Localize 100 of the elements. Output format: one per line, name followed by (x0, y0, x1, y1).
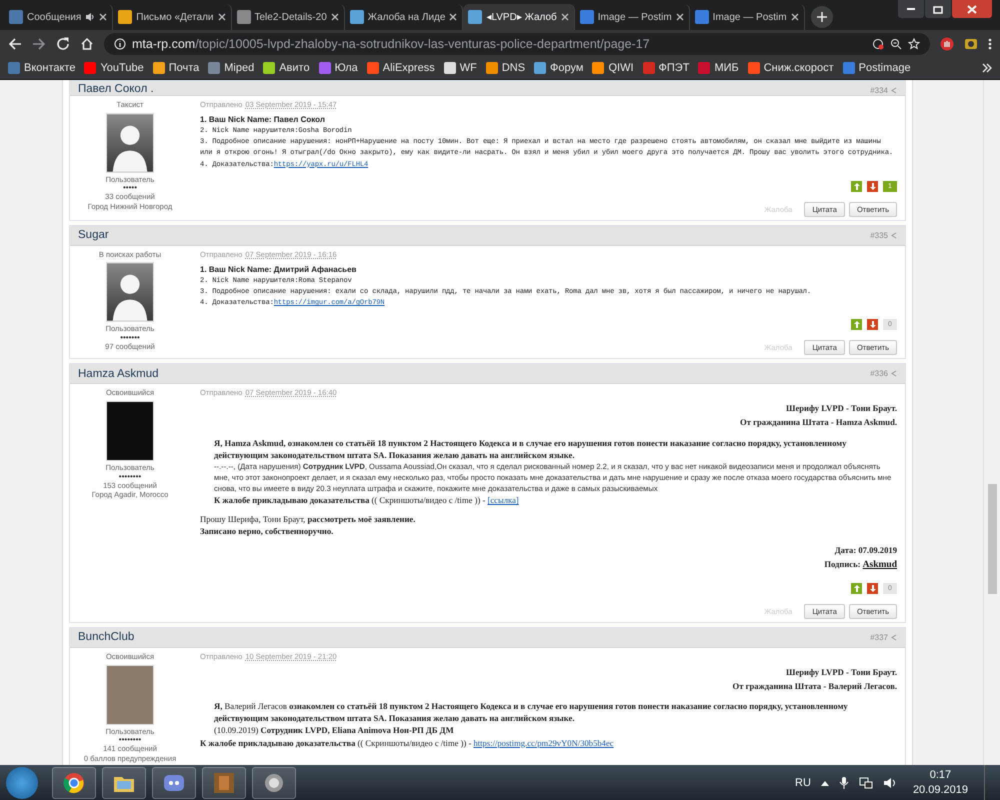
author-name[interactable]: BunchClub (78, 631, 134, 644)
vote-up-button[interactable] (851, 319, 862, 330)
default-avatar-drawing (106, 262, 154, 322)
info-icon (114, 38, 126, 50)
back-button[interactable] (8, 36, 22, 50)
bookmark-link[interactable]: ФПЭТ (642, 62, 690, 74)
rank-pips: •••••••• (118, 472, 142, 480)
close-icon[interactable] (790, 13, 799, 21)
forward-button[interactable] (32, 36, 46, 50)
vote-up-button[interactable] (851, 582, 862, 594)
maximize-button[interactable] (925, 0, 951, 18)
author-name[interactable]: Павел Сокол . (78, 83, 154, 95)
favicon-icon (236, 10, 250, 24)
bookmark-link[interactable]: DNS (486, 62, 526, 74)
bookmark-link[interactable]: AliExpress (366, 62, 435, 74)
browser-icon (63, 772, 85, 794)
favicon-icon (9, 10, 23, 24)
vote-down-button[interactable] (867, 180, 878, 192)
bookmark-link[interactable]: Вконтакте (8, 62, 76, 74)
author-name[interactable]: Hamza Askmud (78, 368, 159, 380)
rank-pips: ••••••• (120, 334, 140, 342)
bookmark-link[interactable]: WF (444, 62, 477, 74)
clock[interactable]: 0:17 20.09.2019 (906, 767, 974, 798)
reload-button[interactable] (56, 36, 70, 50)
post-text: Шерифу LVPD - Тони Браут. (785, 402, 897, 416)
taskbar-chat-app-button[interactable] (152, 766, 196, 798)
up-arrow-icon[interactable] (820, 780, 829, 786)
post-text: Я, Валерий Легасов ознакомлен со статьёй 18 пунктом 2 Настоящего Кодекса и в случае его нарушения готов понести наказание согласно порядку, установленному действующим законодательством штата SA. Показания желаю давать на английском языке. (213, 700, 849, 724)
post-text: К жалобе прикладываю доказательства (( Скриншоты/видео с /time )) - [ссылка] (213, 494, 520, 506)
bookmark-link[interactable]: Авито (263, 62, 310, 74)
arrow-up-icon (854, 584, 860, 592)
maximize-icon (932, 4, 944, 14)
taskbar-game-button[interactable] (202, 766, 246, 798)
more-bookmarks-icon[interactable] (982, 63, 992, 73)
bookmark-link[interactable]: QIWI (592, 62, 634, 74)
close-button[interactable] (952, 0, 992, 18)
star-icon[interactable] (908, 38, 920, 50)
home-button[interactable] (80, 36, 94, 50)
volume-icon[interactable] (882, 776, 897, 788)
start-button[interactable] (6, 766, 38, 798)
post-text: (10.09.2019) Сотрудник LVPD, Eliana Animova Нон-РП ДБ ДМ (213, 724, 455, 736)
taskbar-browser-button[interactable] (52, 766, 96, 798)
vote-down-button[interactable] (867, 582, 878, 594)
close-icon[interactable] (560, 13, 569, 21)
bookmark-link[interactable]: YouTube (84, 62, 144, 74)
bookmark-link[interactable]: Miped (208, 62, 254, 74)
taskbar-speaker-app-button[interactable] (252, 766, 296, 798)
post-text: Дата: 07.09.2019 (834, 544, 897, 557)
bookmark-link[interactable]: Postimage (842, 62, 911, 74)
address-bar[interactable]: mta-rp.com/topic/10005-lvpd-zhaloby-na-sotrudnikov-las-venturas-police-department/page-17 (104, 32, 930, 54)
vote-down-button[interactable] (867, 319, 878, 330)
post-text: Подпись: Askmud (823, 558, 897, 572)
bookmark-link[interactable]: Сниж.скорост (748, 62, 834, 74)
post-text: Записано верно, собственноручно. (200, 524, 334, 537)
link[interactable]: https://postimg.cc/pm29vY0N/30b5b4ec (473, 738, 614, 748)
favicon-icon (580, 10, 594, 24)
speaker-icon (85, 12, 96, 22)
zoom-icon[interactable] (890, 38, 902, 50)
post-text: От гражданина Штата - Валерий Легасов. (732, 680, 897, 693)
link[interactable]: [ссылка] (487, 494, 519, 505)
taskbar-folder-button[interactable] (102, 766, 146, 798)
bookmark-link[interactable]: Юла (318, 62, 358, 74)
extension-icon[interactable] (964, 36, 978, 50)
mic-icon[interactable] (838, 776, 849, 788)
new-tab-button[interactable] (810, 6, 833, 28)
default-avatar-drawing (106, 112, 154, 173)
language-indicator[interactable]: RU (795, 776, 811, 788)
arrow-down-icon (870, 182, 876, 190)
post-text: Прошу Шерифа, Тони Браут, рассмотреть моё заявление. (200, 512, 416, 525)
rank-pips: •••••••• (118, 736, 142, 744)
bookmark-link[interactable]: Почта (152, 62, 200, 74)
post-text: 1. Ваш Nick Name: Дмитрий Афанасьев (200, 264, 358, 276)
photo-placeholder (106, 400, 154, 461)
menu-icon[interactable] (988, 36, 992, 50)
close-icon[interactable] (99, 13, 108, 21)
close-icon[interactable] (218, 13, 226, 21)
link[interactable]: Askmud (862, 560, 897, 570)
close-icon[interactable] (676, 13, 684, 21)
post-text: Шерифу LVPD - Тони Браут. (785, 666, 897, 679)
plus-icon (816, 12, 827, 22)
post-text: Я, Hamza Askmud, ознакомлен со статьёй 18 пунктом 2 Настоящего Кодекса и в случае его нарушения готов понести наказание согласно порядку, установленному действующим законодательством штата SA. Показания желаю давать на английском языке. (213, 436, 848, 461)
favicon-icon (468, 10, 482, 24)
close-icon[interactable] (449, 13, 458, 21)
scrollbar-thumb[interactable] (988, 484, 996, 594)
favicon-icon (350, 10, 364, 24)
bookmark-link[interactable]: МИБ (698, 62, 739, 74)
photo-placeholder (106, 664, 154, 724)
browser-tab[interactable]: ◂LVPD▸ Жалоб (463, 4, 575, 30)
favicon-icon (694, 10, 709, 24)
vote-up-button[interactable] (851, 180, 862, 192)
bookmark-link[interactable]: Форум (534, 62, 584, 74)
author-name[interactable]: Sugar (78, 229, 109, 242)
network-icon[interactable] (858, 776, 873, 788)
arrow-down-icon (870, 584, 876, 592)
scrollbar[interactable] (983, 80, 1000, 765)
favicon-icon (118, 10, 132, 24)
post-text: К жалобе прикладываю доказательства (( Скриншоты/видео с /time )) - https://postimg.cc/pm29vY0N/30b5b4ec (200, 736, 615, 749)
minimize-button[interactable] (898, 0, 924, 18)
cookie-icon[interactable] (872, 38, 884, 50)
close-icon[interactable] (330, 13, 339, 21)
